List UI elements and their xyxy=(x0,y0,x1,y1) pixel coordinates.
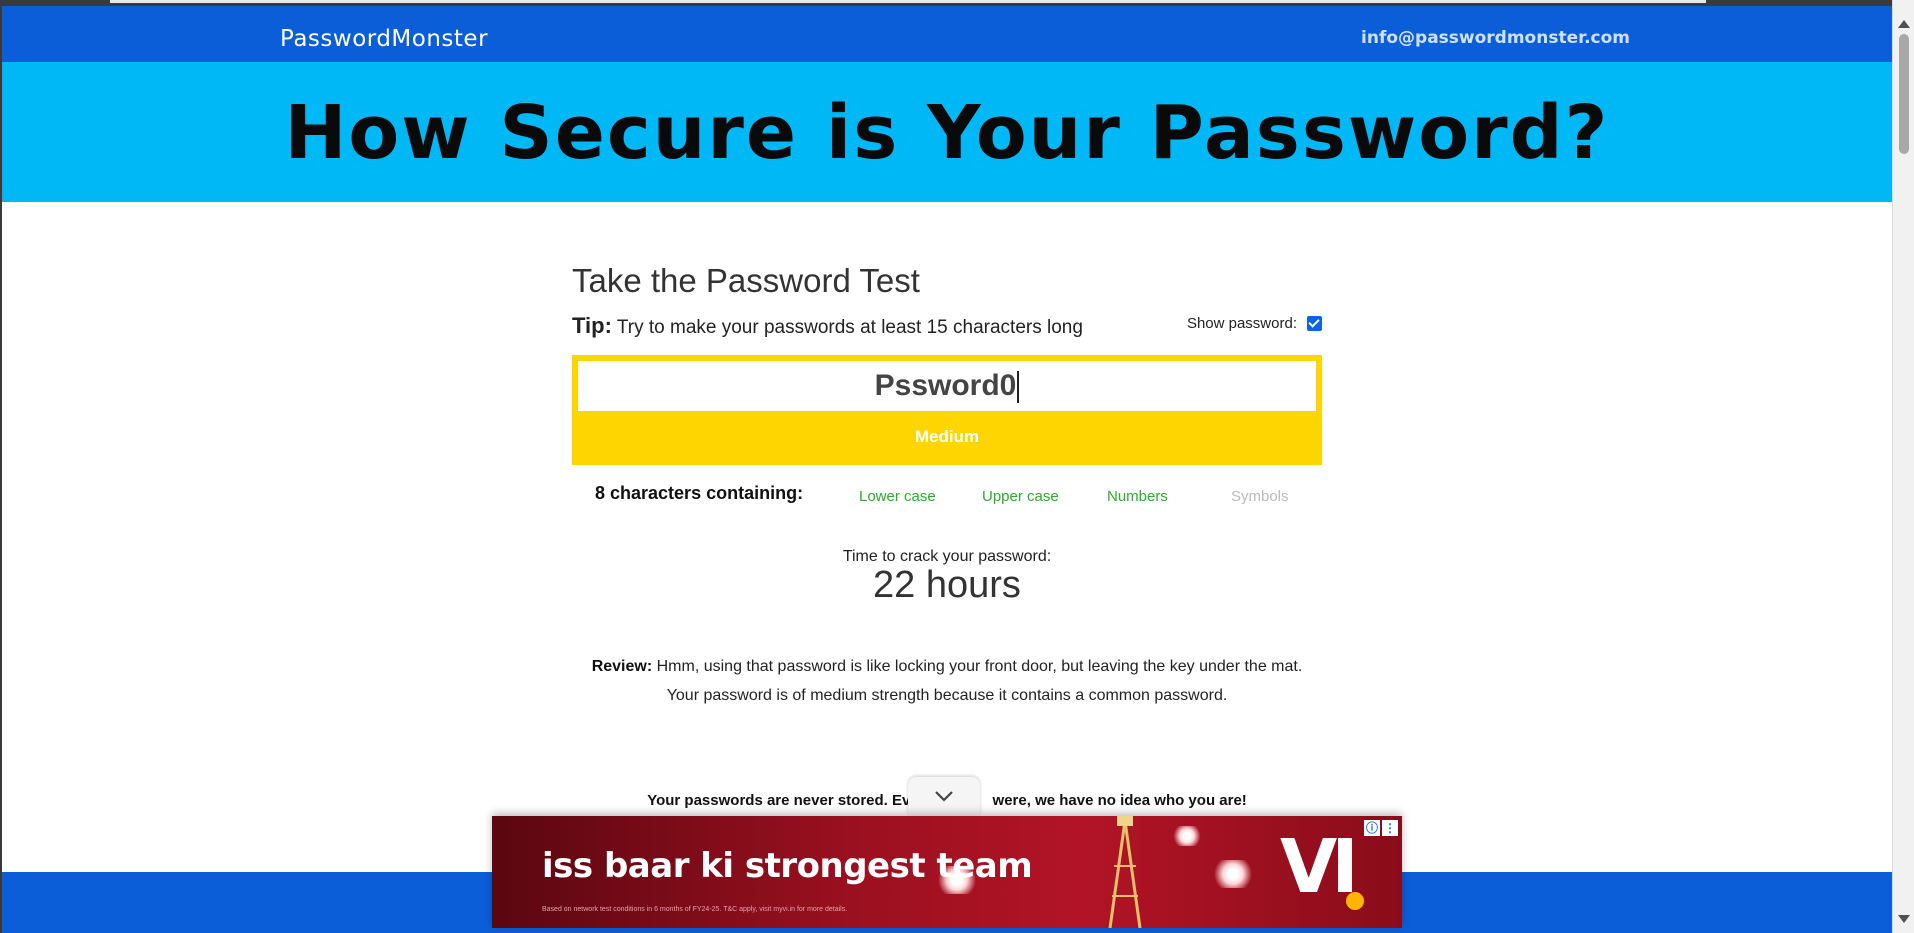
review-label: Review: xyxy=(591,658,653,675)
scroll-down-arrow-icon[interactable] xyxy=(1898,915,1910,923)
contact-email-link[interactable]: info@passwordmonster.com xyxy=(1361,28,1630,48)
symbols-indicator: Symbols xyxy=(1231,488,1289,505)
vertical-scrollbar[interactable] xyxy=(1892,0,1914,933)
upper-case-indicator: Upper case xyxy=(982,488,1059,505)
crack-time: Time to crack your password: 22 hours xyxy=(572,548,1322,607)
text-caret xyxy=(1017,371,1020,404)
ad-menu-icon[interactable]: ⋮ xyxy=(1382,820,1398,836)
character-count: 8 characters containing: xyxy=(595,483,804,503)
chevron-down-icon xyxy=(935,791,953,802)
page-title: How Secure is Your Password? xyxy=(284,90,1610,176)
review-detail: Your password is of medium strength beca… xyxy=(666,687,1228,704)
stadium-light-graphic xyxy=(1172,826,1202,846)
password-input[interactable]: Pssword0 xyxy=(578,361,1316,411)
crack-time-value: 22 hours xyxy=(873,564,1021,606)
vi-logo-dot xyxy=(1346,892,1364,910)
hero-banner: How Secure is Your Password? xyxy=(2,62,1892,202)
show-password-checkbox[interactable] xyxy=(1307,316,1322,331)
ad-headline: iss baar ki strongest team xyxy=(542,846,1033,886)
ad-fine-print: Based on network test conditions in 6 mo… xyxy=(542,906,848,913)
password-strength-box: Pssword0 Medium xyxy=(572,355,1322,465)
vi-logo: VI xyxy=(1280,824,1359,910)
tower-graphic xyxy=(1108,816,1142,928)
review-line: Review: Hmm, using that password is like… xyxy=(572,652,1322,681)
lower-case-indicator: Lower case xyxy=(859,488,936,505)
show-password-toggle[interactable]: Show password: xyxy=(1187,315,1322,332)
privacy-text-end: were, we have no idea who you are! xyxy=(988,792,1247,809)
strength-label: Medium xyxy=(914,427,980,446)
character-summary: 8 characters containing: Lower case Uppe… xyxy=(572,483,1322,513)
tip-body: Try to make your passwords at least 15 c… xyxy=(611,317,1083,338)
top-navbar: PasswordMonster info@passwordmonster.com xyxy=(2,6,1892,62)
tab-strip xyxy=(110,0,1706,3)
stadium-light-graphic xyxy=(1212,860,1254,888)
scroll-up-arrow-icon[interactable] xyxy=(1898,20,1910,28)
show-password-label: Show password: xyxy=(1186,315,1297,332)
review-text: Hmm, using that password is like locking… xyxy=(652,658,1303,675)
scrollbar-thumb[interactable] xyxy=(1899,34,1909,154)
advertisement-banner[interactable]: iss baar ki strongest team Based on netw… xyxy=(492,816,1402,928)
ad-info-icon[interactable]: ⓘ xyxy=(1364,820,1380,836)
tip-text: Tip: Try to make your passwords at least… xyxy=(572,313,1083,339)
tip-label: Tip: xyxy=(572,313,612,338)
section-title: Take the Password Test xyxy=(572,262,920,299)
review: Review: Hmm, using that password is like… xyxy=(572,652,1322,710)
ad-info-controls: ⓘ ⋮ xyxy=(1364,820,1398,836)
ad-collapse-button[interactable] xyxy=(908,777,980,815)
password-value: Pssword0 xyxy=(874,369,1017,402)
privacy-text-start: Your passwords are never stored. Ev xyxy=(647,792,911,809)
brand-logo[interactable]: PasswordMonster xyxy=(280,26,488,52)
numbers-indicator: Numbers xyxy=(1107,488,1168,505)
